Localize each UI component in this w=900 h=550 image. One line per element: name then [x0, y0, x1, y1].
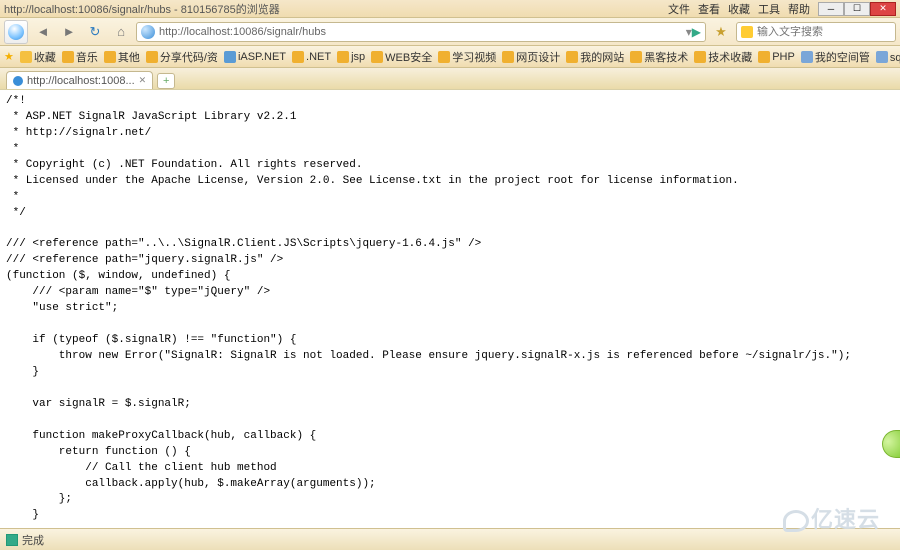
new-tab-button[interactable]: + — [157, 73, 175, 89]
bookmark-item[interactable]: 技术收藏 — [694, 49, 752, 65]
window-title: http://localhost:10086/signalr/hubs - 81… — [4, 1, 668, 17]
tab-close-icon[interactable]: ✕ — [139, 75, 147, 86]
globe-icon — [141, 25, 155, 39]
content-area[interactable]: /*! * ASP.NET SignalR JavaScript Library… — [0, 90, 900, 528]
bookmark-item[interactable]: 黑客技术 — [630, 49, 688, 65]
source-code: /*! * ASP.NET SignalR JavaScript Library… — [6, 94, 894, 528]
go-button[interactable]: ▶ — [692, 25, 701, 39]
status-text: 完成 — [22, 532, 44, 548]
bookmark-item[interactable]: jsp — [337, 51, 365, 63]
search-input[interactable] — [757, 26, 899, 38]
status-icon — [6, 534, 18, 546]
bookmark-item[interactable]: .NET — [292, 51, 331, 63]
reload-button[interactable]: ↻ — [84, 21, 106, 43]
tab-active[interactable]: http://localhost:1008... ✕ — [6, 71, 153, 89]
bookmark-item[interactable]: 音乐 — [62, 49, 98, 65]
bookmark-item[interactable]: 网页设计 — [502, 49, 560, 65]
bookmark-item[interactable]: 学习视频 — [438, 49, 496, 65]
url-input[interactable] — [159, 26, 686, 38]
bookmark-item[interactable]: 其他 — [104, 49, 140, 65]
bookmark-item[interactable]: 收藏 — [20, 49, 56, 65]
tab-label: http://localhost:1008... — [27, 75, 135, 87]
search-engine-icon — [741, 26, 753, 38]
bookmark-item[interactable]: 我的网站 — [566, 49, 624, 65]
bookmarks-star-icon[interactable]: ★ — [4, 50, 14, 63]
navigation-bar: ◄ ► ↻ ⌂ ▾ ▶ ★ 🔍 — [0, 18, 900, 46]
minimize-button[interactable]: ─ — [818, 2, 844, 16]
menu-tools[interactable]: 工具 — [758, 1, 780, 17]
bookmark-item[interactable]: 分享代码/资 — [146, 49, 218, 65]
menu-bar: 文件 查看 收藏 工具 帮助 — [668, 1, 810, 17]
menu-favorites[interactable]: 收藏 — [728, 1, 750, 17]
close-button[interactable]: ✕ — [870, 2, 896, 16]
menu-file[interactable]: 文件 — [668, 1, 690, 17]
home-button[interactable]: ⌂ — [110, 21, 132, 43]
tab-bar: http://localhost:1008... ✕ + — [0, 68, 900, 90]
title-bar: http://localhost:10086/signalr/hubs - 81… — [0, 0, 900, 18]
menu-view[interactable]: 查看 — [698, 1, 720, 17]
watermark-icon — [783, 510, 809, 532]
bookmark-item[interactable]: sql guid 例 — [876, 49, 900, 65]
back-button[interactable]: ◄ — [32, 21, 54, 43]
watermark: 亿速云 — [783, 502, 880, 534]
maximize-button[interactable]: ☐ — [844, 2, 870, 16]
status-bar: 完成 — [0, 528, 900, 550]
bookmark-item[interactable]: iASP.NET — [224, 51, 286, 63]
forward-button[interactable]: ► — [58, 21, 80, 43]
bookmark-item[interactable]: WEB安全 — [371, 49, 432, 65]
tab-favicon — [13, 76, 23, 86]
search-bar[interactable]: 🔍 — [736, 22, 896, 42]
address-bar[interactable]: ▾ ▶ — [136, 22, 706, 42]
menu-help[interactable]: 帮助 — [788, 1, 810, 17]
bookmark-item[interactable]: 我的空间管 — [801, 49, 870, 65]
bookmarks-bar: ★ 收藏 音乐 其他 分享代码/资 iASP.NET .NET jsp WEB安… — [0, 46, 900, 68]
bookmark-item[interactable]: PHP — [758, 51, 795, 63]
favorite-star-icon[interactable]: ★ — [710, 21, 732, 43]
user-avatar[interactable] — [4, 20, 28, 44]
